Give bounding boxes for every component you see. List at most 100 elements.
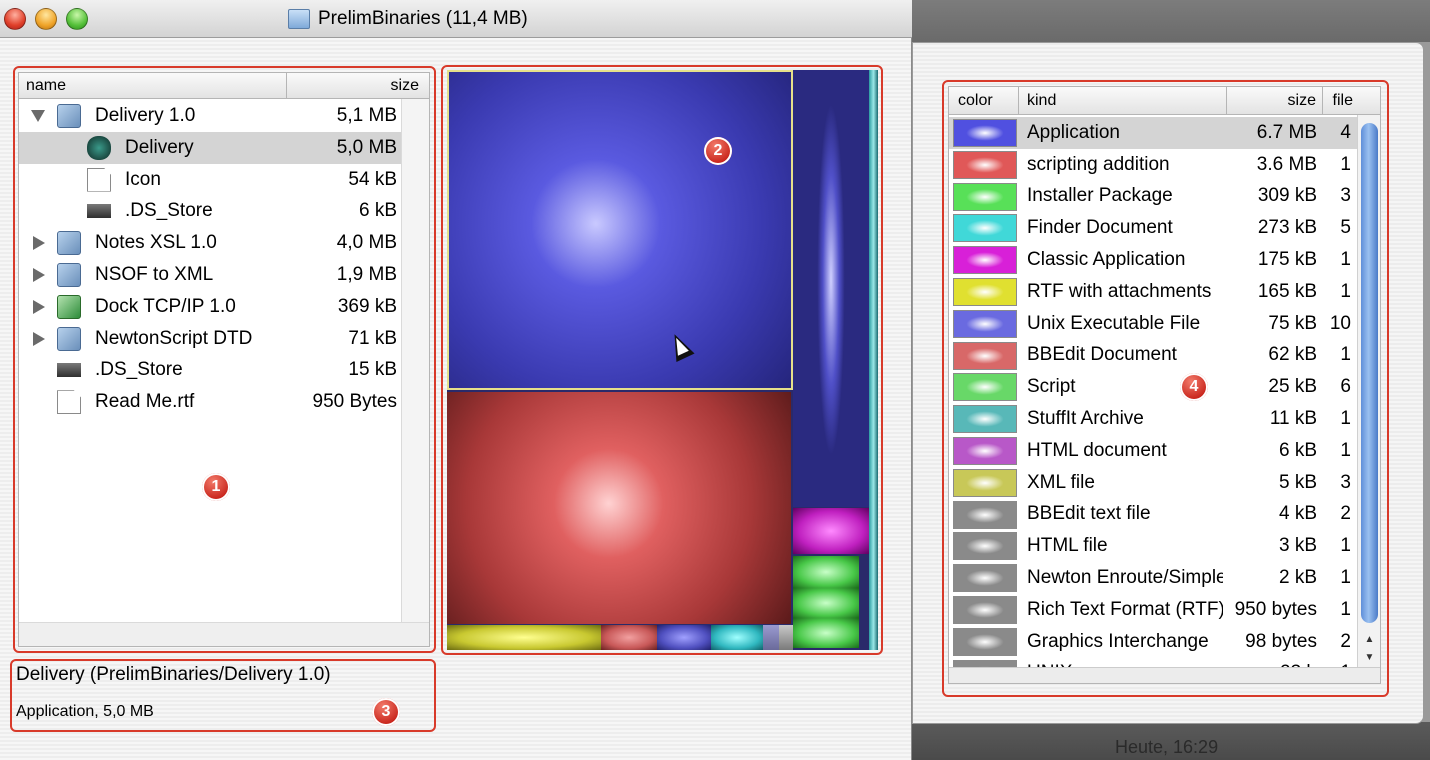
kind-row[interactable]: HTML file 3 kB 1 (949, 530, 1357, 562)
kind-row[interactable]: RTF with attachments 165 kB 1 (949, 276, 1357, 308)
selection-path-label: Delivery (PrelimBinaries/Delivery 1.0) (16, 664, 331, 685)
color-swatch[interactable] (953, 437, 1017, 465)
column-header-color[interactable]: color (949, 87, 1019, 114)
kind-file-count: 1 (1340, 280, 1351, 302)
background-time-label: Heute, 16:29 (1115, 737, 1219, 757)
treemap-cell-installer-1[interactable] (793, 556, 859, 588)
tree-row-size: 5,0 MB (336, 136, 397, 158)
window-title: PrelimBinaries (11,4 MB) (288, 8, 528, 30)
tree-row[interactable]: Dock TCP/IP 1.0 369 kB (19, 291, 403, 323)
color-swatch[interactable] (953, 119, 1017, 147)
color-swatch[interactable] (953, 309, 1017, 338)
kinds-vertical-scrollbar[interactable]: ▲ ▼ (1357, 115, 1380, 667)
color-swatch[interactable] (953, 596, 1017, 624)
disclosure-triangle-open-icon[interactable] (31, 110, 45, 122)
close-button[interactable] (4, 8, 26, 30)
title-bar[interactable]: PrelimBinaries (11,4 MB) (0, 0, 912, 38)
kind-row[interactable]: Rich Text Format (RTF) 950 bytes 1 (949, 594, 1357, 626)
treemap-cell-application-strip[interactable] (793, 70, 869, 507)
color-swatch[interactable] (953, 468, 1017, 497)
scroll-down-arrow-icon[interactable]: ▼ (1361, 649, 1378, 667)
kinds-horizontal-scrollbar[interactable] (949, 667, 1380, 683)
kind-name: BBEdit Document (1027, 344, 1177, 366)
folder-icon (288, 9, 310, 29)
kind-row[interactable]: Installer Package 309 kB 3 (949, 181, 1357, 213)
color-swatch[interactable] (953, 182, 1017, 211)
kind-row[interactable]: Newton Enroute/Simple 2 kB 1 (949, 562, 1357, 594)
kind-name: HTML file (1027, 535, 1108, 557)
scroll-up-arrow-icon[interactable]: ▲ (1361, 631, 1378, 649)
kind-row[interactable]: StuffIt Archive 11 kB 1 (949, 403, 1357, 435)
kinds-scroll-thumb[interactable] (1361, 123, 1378, 623)
column-header-files[interactable]: file (1323, 87, 1357, 114)
column-header-size[interactable]: size (287, 73, 429, 98)
color-swatch[interactable] (953, 627, 1017, 656)
kind-row[interactable]: BBEdit text file 4 kB 2 (949, 499, 1357, 531)
kind-file-count: 3 (1340, 185, 1351, 207)
color-swatch[interactable] (953, 150, 1017, 179)
tree-row[interactable]: Delivery 1.0 5,1 MB (19, 100, 403, 132)
treemap-cell-delivery[interactable] (447, 70, 793, 390)
kinds-table[interactable]: color kind size file Application 6.7 MB 4 s… (948, 86, 1381, 684)
tree-row-name: .DS_Store (95, 359, 183, 381)
color-swatch[interactable] (953, 405, 1017, 434)
color-swatch[interactable] (953, 564, 1017, 593)
ds-store-icon (87, 204, 111, 219)
treemap-cell-bbedit[interactable] (601, 625, 657, 650)
tree-horizontal-scrollbar[interactable] (19, 622, 429, 646)
color-swatch[interactable] (953, 373, 1017, 402)
treemap-cell-installer-2[interactable] (793, 588, 859, 618)
treemap-cell-small-2[interactable] (779, 625, 793, 650)
disclosure-triangle-closed-icon[interactable] (33, 236, 45, 251)
tree-vertical-scrollbar[interactable] (401, 99, 429, 623)
tree-row-name: .DS_Store (125, 200, 213, 222)
color-swatch[interactable] (953, 532, 1017, 561)
tree-row[interactable]: NSOF to XML 1,9 MB (19, 259, 403, 291)
kind-row[interactable]: Graphics Interchange 98 bytes 2 (949, 626, 1357, 658)
treemap-cell-finder-strip[interactable] (869, 70, 878, 650)
column-header-kind[interactable]: kind (1019, 87, 1227, 114)
minimize-button[interactable] (35, 8, 57, 30)
disclosure-triangle-closed-icon[interactable] (33, 268, 45, 282)
tree-row[interactable]: Icon 54 kB (19, 164, 403, 196)
kind-row[interactable]: HTML document 6 kB 1 (949, 435, 1357, 467)
treemap-cell-rtf[interactable] (447, 625, 601, 650)
color-swatch[interactable] (953, 246, 1017, 275)
tree-row[interactable]: NewtonScript DTD 71 kB (19, 323, 403, 355)
column-header-size[interactable]: size (1227, 87, 1323, 114)
kind-row[interactable]: Finder Document 273 kB 5 (949, 212, 1357, 244)
kind-row[interactable]: Classic Application 175 kB 1 (949, 244, 1357, 276)
tree-row[interactable]: .DS_Store 15 kB (19, 354, 403, 386)
column-header-name[interactable]: name (19, 73, 287, 98)
tree-row[interactable]: Read Me.rtf 950 Bytes (19, 386, 403, 418)
treemap-cell-installer-3[interactable] (793, 618, 859, 648)
kind-row[interactable]: scripting addition 3.6 MB 1 (949, 149, 1357, 181)
treemap-cell-unix[interactable] (657, 625, 711, 650)
tree-row[interactable]: Delivery 5,0 MB (19, 131, 403, 164)
tree-header: name size (19, 73, 429, 99)
file-tree-table[interactable]: name size Delivery 1.0 5,1 MB Delivery 5,0 … (18, 72, 430, 647)
treemap-cell-small-1[interactable] (763, 625, 779, 650)
color-swatch[interactable] (953, 278, 1017, 306)
disclosure-triangle-closed-icon[interactable] (33, 299, 45, 314)
kind-row[interactable]: BBEdit Document 62 kB 1 (949, 340, 1357, 372)
treemap-view[interactable] (447, 70, 878, 650)
kind-row[interactable]: XML file 5 kB 3 (949, 467, 1357, 499)
color-swatch[interactable] (953, 500, 1017, 529)
kind-row[interactable]: Script 25 kB 6 (949, 371, 1357, 403)
kind-file-count: 3 (1340, 471, 1351, 493)
treemap-cell-scripting-addition[interactable] (447, 392, 791, 624)
application-folder-icon (57, 104, 81, 128)
kind-row[interactable]: Application 6.7 MB 4 (949, 117, 1357, 149)
color-swatch[interactable] (953, 341, 1017, 370)
treemap-cell-finder[interactable] (711, 625, 763, 650)
kind-row[interactable]: Unix Executable File 75 kB 10 (949, 308, 1357, 340)
tree-row[interactable]: Notes XSL 1.0 4,0 MB (19, 227, 403, 259)
tree-row-size: 1,9 MB (336, 264, 397, 285)
delivery-app-icon (87, 135, 111, 160)
disclosure-triangle-closed-icon[interactable] (33, 331, 45, 346)
treemap-cell-classic-application[interactable] (793, 508, 869, 554)
color-swatch[interactable] (953, 214, 1017, 243)
tree-row[interactable]: .DS_Store 6 kB (19, 195, 403, 227)
zoom-button[interactable] (66, 8, 88, 30)
